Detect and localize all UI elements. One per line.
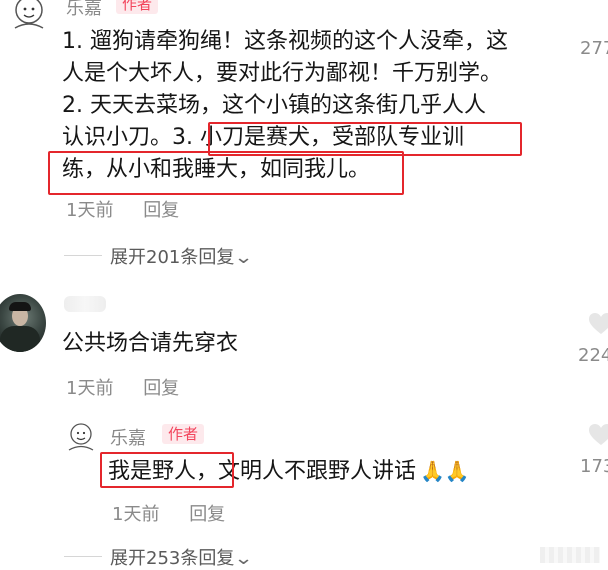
heart-icon[interactable] [588,423,608,447]
reply-meta: 1天前 回复 [112,500,249,526]
divider [64,556,102,557]
user-avatar[interactable] [0,294,46,352]
comment-username[interactable]: 乐嘉 [66,0,102,20]
expand-replies-button[interactable]: 展开201条回复⌄ [110,243,254,269]
divider [64,255,102,256]
comment-meta: 1天前 回复 [66,196,203,222]
reply-button[interactable]: 回复 [143,378,179,399]
blurred-username [64,296,106,312]
comment-text: 公共场合请先穿衣 [62,331,239,356]
comment-time: 1天前 [66,378,114,399]
comment-time: 1天前 [66,200,114,221]
comment-meta: 1天前 回复 [66,374,203,400]
reply-text-rest: 文明人不跟野人讲话 [218,459,417,484]
author-badge: 作者 [116,0,159,14]
expand-replies-label: 展开253条回复 [110,548,235,569]
like-count: 277 [580,38,608,59]
like-button[interactable]: 277 [580,38,608,59]
comment-line: 人是个大坏人，要对此行为鄙视！千万别学。 [62,61,503,86]
monk-avatar-icon[interactable] [64,420,98,452]
comment-line-start: 认识小刀。3. [62,125,200,150]
reply-username[interactable]: 乐嘉 [110,424,146,450]
expand-replies-button[interactable]: 展开253条回复⌄ [110,544,254,570]
highlight-box [48,151,404,195]
reply-time: 1天前 [112,504,160,525]
like-count: 224 [578,345,608,366]
chevron-down-icon: ⌄ [234,548,254,569]
comment-line: 2. 天天去菜场，这个小镇的这条街几乎人人 [62,93,486,118]
monk-avatar-icon[interactable] [8,0,50,32]
expand-replies-label: 展开201条回复 [110,247,235,268]
like-count: 173 [580,456,608,477]
reply-button[interactable]: 回复 [143,200,179,221]
watermark [540,547,600,563]
heart-icon[interactable] [588,312,608,336]
clap-hands-icon: 🙏🙏 [420,459,470,483]
author-badge: 作者 [162,424,205,444]
chevron-down-icon: ⌄ [234,247,254,268]
reply-button[interactable]: 回复 [189,504,225,525]
comment-line: 1. 遛狗请牵狗绳！这条视频的这个人没牵，这 [62,29,508,54]
highlight-box [100,452,234,488]
